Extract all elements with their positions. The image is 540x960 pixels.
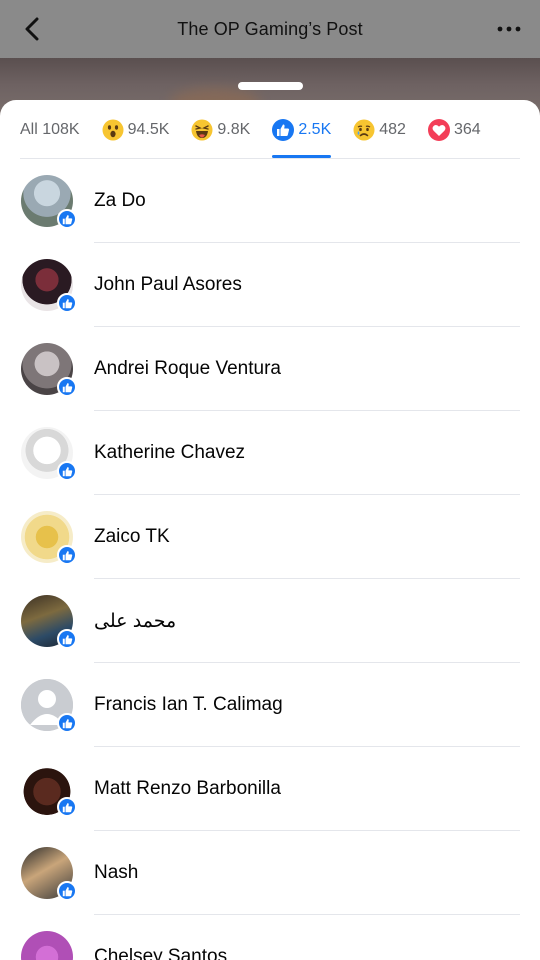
tab-haha-label: 9.8K <box>217 121 251 138</box>
haha-emoji-icon <box>191 119 213 141</box>
reactor-row[interactable]: Matt Renzo Barbonilla <box>0 747 540 831</box>
like-badge-icon <box>57 377 77 397</box>
like-icon <box>272 119 295 141</box>
reactors-list: Za Do John Paul Asores Andrei Roque Ventur… <box>0 159 540 960</box>
reactions-sheet: All 108K 94.5K 9.8K 2.5K 482 364 Za Do J… <box>0 100 540 960</box>
tab-sad-label: 482 <box>379 121 406 138</box>
tab-all-label: All 108K <box>20 121 80 138</box>
wow-emoji-icon <box>102 119 124 141</box>
reactor-row[interactable]: Zaico TK <box>0 495 540 579</box>
reactor-name[interactable]: Nash <box>94 862 138 884</box>
more-dots-icon <box>497 26 521 32</box>
page-title: The OP Gaming’s Post <box>177 18 363 39</box>
reactor-row[interactable]: Francis Ian T. Calimag <box>0 663 540 747</box>
reactor-row[interactable]: Katherine Chavez <box>0 411 540 495</box>
tab-sad[interactable]: 482 <box>353 118 406 142</box>
tab-like-label: 2.5K <box>298 121 332 138</box>
reactor-name[interactable]: Matt Renzo Barbonilla <box>94 778 281 800</box>
like-badge-icon <box>57 713 77 733</box>
avatar[interactable] <box>21 931 73 960</box>
reactor-row[interactable]: Andrei Roque Ventura <box>0 327 540 411</box>
love-icon <box>427 119 450 141</box>
more-options-button[interactable] <box>494 16 524 42</box>
reactor-name[interactable]: John Paul Asores <box>94 274 242 296</box>
reactor-name[interactable]: Zaico TK <box>94 526 170 548</box>
reactor-row[interactable]: Nash <box>0 831 540 915</box>
tab-wow[interactable]: 94.5K <box>102 118 170 142</box>
chevron-left-icon <box>25 17 39 41</box>
like-badge-icon <box>57 545 77 565</box>
reaction-tabs: All 108K 94.5K 9.8K 2.5K 482 364 <box>20 118 520 158</box>
reactor-row[interactable]: Chelsey Santos <box>0 915 540 960</box>
like-badge-icon <box>57 797 77 817</box>
reactor-row[interactable]: Za Do <box>0 159 540 243</box>
tab-wow-label: 94.5K <box>127 121 170 138</box>
like-badge-icon <box>57 881 77 901</box>
sheet-grabber-handle[interactable] <box>238 82 303 90</box>
back-button[interactable] <box>18 14 46 44</box>
reactor-name[interactable]: Chelsey Santos <box>94 946 227 960</box>
reactor-name[interactable]: Za Do <box>94 190 146 212</box>
top-bar: The OP Gaming’s Post <box>0 0 540 58</box>
reactor-row[interactable]: John Paul Asores <box>0 243 540 327</box>
reactor-name[interactable]: Francis Ian T. Calimag <box>94 694 283 716</box>
reactor-name[interactable]: Andrei Roque Ventura <box>94 358 281 380</box>
tab-love-label: 364 <box>453 121 481 138</box>
tab-all[interactable]: All 108K <box>20 118 80 142</box>
reactor-row[interactable]: محمد على <box>0 579 540 663</box>
like-badge-icon <box>57 293 77 313</box>
like-badge-icon <box>57 629 77 649</box>
reactor-name[interactable]: محمد على <box>94 610 176 633</box>
tab-love[interactable]: 364 <box>427 118 481 142</box>
reactor-name[interactable]: Katherine Chavez <box>94 442 245 464</box>
tab-haha[interactable]: 9.8K <box>191 118 250 142</box>
like-badge-icon <box>57 209 77 229</box>
tab-like[interactable]: 2.5K <box>272 118 332 158</box>
sad-emoji-icon <box>353 119 375 141</box>
like-badge-icon <box>57 461 77 481</box>
